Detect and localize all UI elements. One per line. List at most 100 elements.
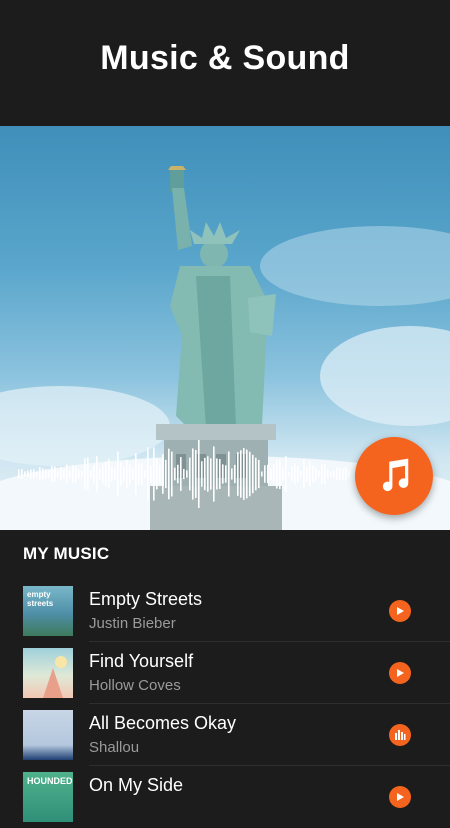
- track-artist: Justin Bieber: [89, 615, 176, 632]
- track-row[interactable]: HOUNDED On My Side: [0, 766, 450, 828]
- waveform-bar: [309, 461, 311, 487]
- waveform-bar: [63, 469, 65, 479]
- waveform-bar: [264, 465, 266, 483]
- waveform-bar: [273, 464, 275, 484]
- waveform-bar: [282, 467, 284, 481]
- track-title: All Becomes Okay: [89, 713, 237, 733]
- waveform-bar: [210, 458, 212, 490]
- waveform-bar: [306, 466, 308, 482]
- waveform-bar: [42, 468, 44, 480]
- now-playing-button[interactable]: [389, 724, 411, 746]
- waveform-bar: [267, 464, 269, 484]
- waveform-bar: [126, 459, 128, 489]
- waveform-bar: [231, 468, 233, 480]
- waveform-bar: [207, 456, 209, 492]
- album-art-text: empty streets: [27, 590, 54, 608]
- waveform-bar: [153, 447, 155, 501]
- waveform-bar: [201, 461, 203, 487]
- waveform-bar: [186, 470, 188, 478]
- waveform-bar: [336, 467, 338, 481]
- waveform-bar: [240, 450, 242, 498]
- waveform-bar: [276, 459, 278, 489]
- waveform-bar: [48, 469, 50, 479]
- waveform-bar: [93, 464, 95, 484]
- waveform-bar: [192, 448, 194, 500]
- track-row[interactable]: Find Yourself Hollow Coves: [0, 642, 450, 704]
- waveform-bar: [60, 467, 62, 481]
- waveform-bar: [270, 467, 272, 481]
- waveform-bar: [222, 464, 224, 484]
- waveform-bar: [114, 468, 116, 480]
- page-title: Music & Sound: [100, 38, 350, 77]
- waveform-bar: [300, 470, 302, 478]
- track-title: On My Side: [89, 775, 184, 795]
- waveform-bar: [84, 458, 86, 490]
- waveform-bar: [297, 465, 299, 483]
- waveform-bar: [285, 456, 287, 492]
- my-music-heading: MY MUSIC: [23, 544, 110, 563]
- waveform-bar: [90, 470, 92, 478]
- waveform-bar: [345, 467, 347, 481]
- waveform-bar: [108, 459, 110, 489]
- waveform-bar: [291, 466, 293, 482]
- waveform-bar: [255, 457, 257, 491]
- track-artist: Shallou: [89, 739, 140, 756]
- waveform-bar: [45, 469, 47, 479]
- track-title: Empty Streets: [89, 589, 203, 609]
- waveform-bar: [171, 451, 173, 497]
- equalizer-icon: [395, 730, 406, 740]
- waveform-bar: [75, 465, 77, 483]
- add-music-button[interactable]: [355, 437, 433, 515]
- waveform-bar: [327, 469, 329, 479]
- app-header: Music & Sound: [0, 0, 450, 126]
- waveform-bar: [324, 463, 326, 485]
- waveform-bar: [111, 466, 113, 482]
- waveform-bar: [81, 471, 83, 477]
- waveform-bar: [27, 470, 29, 478]
- music-note-icon: [382, 458, 409, 492]
- waveform-bar: [234, 464, 236, 484]
- track-row[interactable]: All Becomes Okay Shallou: [0, 704, 450, 766]
- waveform-bar: [72, 465, 74, 483]
- waveform-bar: [69, 470, 71, 478]
- waveform-bar: [174, 467, 176, 481]
- play-button[interactable]: [389, 786, 411, 808]
- waveform-bar: [150, 465, 152, 483]
- waveform-bar: [216, 458, 218, 490]
- waveform-bar: [237, 452, 239, 496]
- waveform-bar: [288, 471, 290, 477]
- waveform-bar: [225, 465, 227, 483]
- track-title: Find Yourself: [89, 651, 194, 671]
- waveform-bar: [294, 463, 296, 485]
- waveform-bar: [303, 459, 305, 489]
- track-artist: Hollow Coves: [89, 677, 181, 694]
- track-row[interactable]: empty streets Empty Streets Justin Biebe…: [0, 580, 450, 642]
- waveform-bar: [36, 471, 38, 477]
- waveform-bar: [66, 464, 68, 484]
- waveform-bar: [330, 471, 332, 477]
- waveform-bar: [168, 448, 170, 500]
- album-art: [23, 710, 73, 760]
- waveform-bar: [243, 448, 245, 500]
- play-button[interactable]: [389, 600, 411, 622]
- waveform-bar: [183, 468, 185, 480]
- waveform-bar: [159, 465, 161, 483]
- waveform-bar: [258, 459, 260, 489]
- waveform-bar: [132, 468, 134, 480]
- waveform-bar: [141, 463, 143, 485]
- waveform-bar: [105, 461, 107, 487]
- waveform-bar: [96, 456, 98, 492]
- play-icon: [397, 669, 404, 677]
- waveform-bar: [198, 440, 200, 508]
- play-button[interactable]: [389, 662, 411, 684]
- album-art: [23, 648, 73, 698]
- waveform-bar: [261, 471, 263, 477]
- waveform-bar: [228, 451, 230, 497]
- waveform-bar: [246, 449, 248, 499]
- waveform-bar: [219, 459, 221, 489]
- waveform-bar: [252, 454, 254, 494]
- waveform-bar: [180, 457, 182, 491]
- waveform-bar: [138, 463, 140, 485]
- waveform-bar: [54, 466, 56, 482]
- waveform-bar: [339, 467, 341, 481]
